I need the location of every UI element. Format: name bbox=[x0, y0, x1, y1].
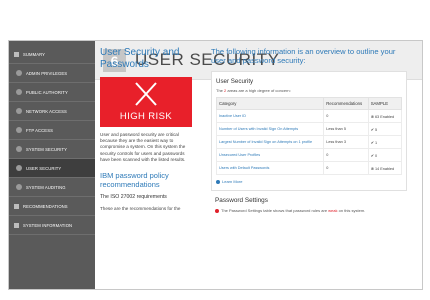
category-cell[interactable]: Number of Users with Invalid Sign On Att… bbox=[215, 122, 325, 137]
info-icon bbox=[216, 179, 220, 184]
table-row: Number of Users with Invalid Sign On Att… bbox=[215, 122, 403, 137]
sidebar-item-system-auditing[interactable]: System Auditing bbox=[9, 178, 95, 197]
status-cell: ✔ 1 bbox=[367, 135, 403, 150]
pw-text-suffix: on this system. bbox=[337, 208, 366, 214]
sidebar-nav: Summary Admin Privileges Public Authorit… bbox=[9, 41, 95, 289]
column-header-sample: SAMPLE bbox=[367, 97, 403, 111]
risk-level-label: HIGH RISK bbox=[119, 111, 173, 122]
bullet-icon bbox=[16, 108, 22, 114]
pw-text-prefix: The Password Settings table shows that p… bbox=[221, 208, 329, 214]
category-cell[interactable]: Largest Number of Invalid Sign on Attemp… bbox=[215, 135, 325, 150]
panel-subtitle: The 2 areas are a high degree of concern… bbox=[216, 88, 406, 93]
column-header-recommendations: Recommendations bbox=[323, 97, 369, 111]
recommendation-cell: 0 bbox=[323, 161, 369, 176]
description-text: User and password security are critical … bbox=[100, 132, 186, 162]
bullet-icon bbox=[16, 127, 22, 133]
recommendation-cell: 0 bbox=[323, 148, 369, 163]
recommendations-text: These are the recommendations for the bbox=[100, 206, 181, 212]
category-cell[interactable]: Users with Default Passwords bbox=[215, 161, 325, 176]
intro-text: The following information is an overview… bbox=[211, 47, 396, 66]
left-column: User Security and Passwords HIGH RISK Us… bbox=[100, 47, 192, 212]
bullet-icon bbox=[16, 89, 22, 95]
warning-icon bbox=[215, 208, 219, 213]
recommendation-cell: Less than 3 bbox=[323, 135, 369, 150]
table-row: Inactive User ID 0 ⊗ 63 Enabled bbox=[215, 109, 403, 124]
sidebar-item-label: User Security bbox=[26, 165, 62, 171]
sidebar-item-label: Admin Privileges bbox=[26, 70, 68, 76]
sidebar-item-label: Public Authority bbox=[26, 89, 68, 95]
password-settings-text: The Password Settings table shows that p… bbox=[215, 208, 407, 213]
category-cell[interactable]: Unsecured User Profiles bbox=[215, 148, 325, 163]
panel-subtitle-prefix: The bbox=[216, 88, 225, 94]
status-value: 5 bbox=[374, 127, 378, 132]
table-row: Users with Default Passwords 0 ⊗ 14 Enab… bbox=[215, 161, 403, 176]
sidebar-item-label: Recommendations bbox=[23, 203, 68, 209]
status-cell: ⊗ 63 Enabled bbox=[367, 109, 403, 124]
square-icon bbox=[14, 51, 19, 57]
sidebar-item-admin-privileges[interactable]: Admin Privileges bbox=[9, 64, 95, 83]
bullet-icon bbox=[16, 70, 22, 76]
square-icon bbox=[14, 222, 19, 228]
sidebar-item-label: System Auditing bbox=[26, 184, 66, 190]
close-x-icon bbox=[135, 82, 157, 106]
learn-more-link[interactable]: Learn More bbox=[216, 179, 406, 184]
sidebar-item-system-security[interactable]: System Security bbox=[9, 140, 95, 159]
panel-subtitle-suffix: areas are a high degree of concern: bbox=[226, 88, 291, 94]
status-cell: ✔ 0 bbox=[367, 148, 403, 163]
sidebar-item-label: System Security bbox=[26, 146, 68, 152]
table-row: Unsecured User Profiles 0 ✔ 0 bbox=[215, 148, 403, 163]
learn-more-label: Learn More bbox=[222, 179, 243, 185]
sidebar-item-public-authority[interactable]: Public Authority bbox=[9, 83, 95, 102]
status-value: 14 Enabled bbox=[374, 166, 395, 171]
sidebar-item-system-information[interactable]: System Information bbox=[9, 216, 95, 235]
bullet-icon bbox=[16, 165, 22, 171]
panel-title: User Security bbox=[216, 78, 254, 86]
status-cell: ✔ 5 bbox=[367, 122, 403, 137]
recommendation-cell: Less than 5 bbox=[323, 122, 369, 137]
status-value: 0 bbox=[374, 153, 378, 158]
risk-indicator: HIGH RISK bbox=[100, 77, 192, 127]
bullet-icon bbox=[16, 184, 22, 190]
pw-strength-word: weak bbox=[328, 208, 338, 214]
right-column: The following information is an overview… bbox=[211, 47, 407, 213]
category-cell[interactable]: Inactive User ID bbox=[215, 109, 325, 124]
status-cell: ⊗ 14 Enabled bbox=[367, 161, 403, 176]
sidebar-item-label: Summary bbox=[23, 51, 46, 57]
sidebar-item-summary[interactable]: Summary bbox=[9, 45, 95, 64]
iso-requirements-text: The ISO 27002 requirements bbox=[100, 194, 167, 201]
user-security-table: Category Recommendations SAMPLE Inactive… bbox=[215, 97, 403, 176]
table-row: Largest Number of Invalid Sign on Attemp… bbox=[215, 135, 403, 150]
recommendation-cell: 0 bbox=[323, 109, 369, 124]
sidebar-item-network-access[interactable]: Network Access bbox=[9, 102, 95, 121]
bullet-icon bbox=[16, 146, 22, 152]
sidebar-item-label: System Information bbox=[23, 222, 73, 228]
sidebar-item-ftp-access[interactable]: FTP Access bbox=[9, 121, 95, 140]
status-value: 1 bbox=[374, 140, 378, 145]
square-icon bbox=[14, 203, 19, 209]
password-settings-title: Password Settings bbox=[215, 197, 268, 205]
user-security-panel: User Security The 2 areas are a high deg… bbox=[211, 71, 407, 192]
sidebar-item-recommendations[interactable]: Recommendations bbox=[9, 197, 95, 216]
column-header-category: Category bbox=[215, 97, 325, 111]
sidebar-item-label: FTP Access bbox=[26, 127, 53, 133]
sidebar-item-label: Network Access bbox=[26, 108, 67, 114]
subsection-heading: IBM password policy recommendations bbox=[100, 171, 169, 190]
section-heading: User Security and Passwords bbox=[100, 47, 180, 70]
status-value: 63 Enabled bbox=[374, 114, 395, 119]
sidebar-item-user-security[interactable]: User Security bbox=[9, 159, 95, 178]
